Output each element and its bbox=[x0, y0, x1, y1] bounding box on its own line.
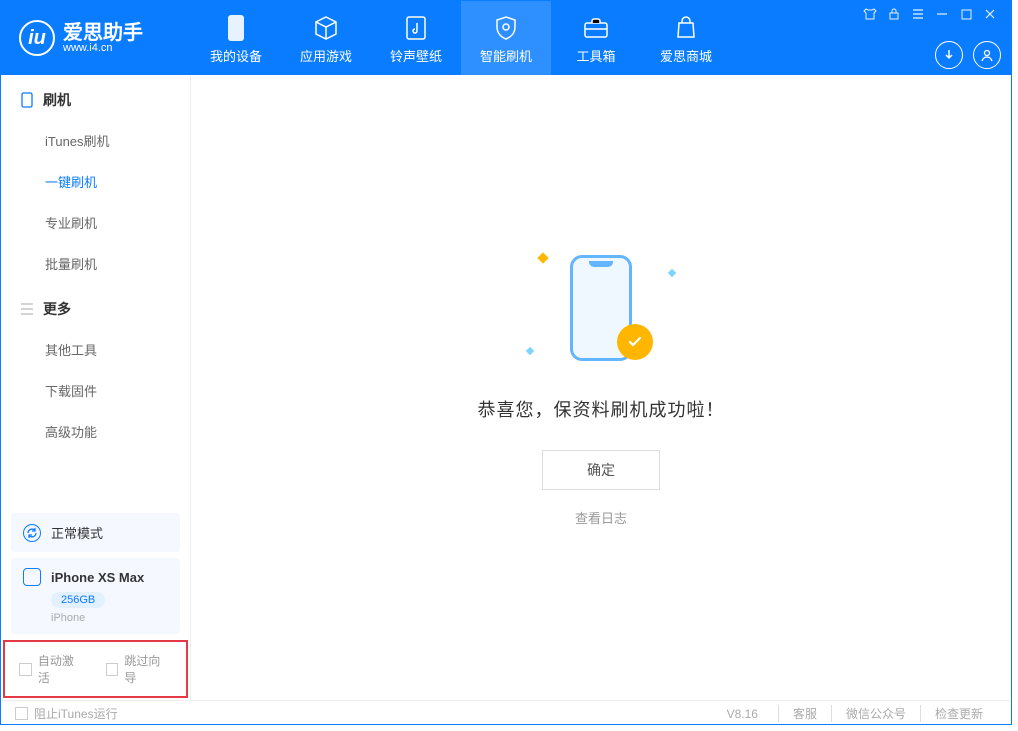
phone-icon bbox=[220, 12, 252, 44]
footer-link-service[interactable]: 客服 bbox=[778, 705, 831, 722]
briefcase-icon bbox=[580, 12, 612, 44]
sidebar-bottom: 正常模式 iPhone XS Max 256GB iPhone 自动激活 bbox=[1, 507, 190, 700]
tab-label: 爱思商城 bbox=[660, 46, 712, 65]
header-right-icons bbox=[935, 41, 1001, 69]
sidebar-section-more: 更多 bbox=[1, 284, 190, 329]
shield-icon bbox=[490, 12, 522, 44]
tab-label: 应用游戏 bbox=[300, 46, 352, 65]
music-file-icon bbox=[400, 12, 432, 44]
sidebar-item-other-tools[interactable]: 其他工具 bbox=[1, 329, 190, 370]
refresh-icon bbox=[23, 524, 41, 542]
window-controls bbox=[849, 1, 1011, 27]
minimize-button[interactable] bbox=[931, 5, 953, 23]
checkbox-skip-guide[interactable]: 跳过向导 bbox=[106, 652, 173, 686]
sidebar-item-batch-flash[interactable]: 批量刷机 bbox=[1, 243, 190, 284]
view-log-link[interactable]: 查看日志 bbox=[575, 508, 627, 527]
tab-store[interactable]: 爱思商城 bbox=[641, 1, 731, 75]
sidebar: 刷机 iTunes刷机 一键刷机 专业刷机 批量刷机 更多 其他工具 下载固件 … bbox=[1, 75, 191, 700]
app-logo-icon: iu bbox=[19, 20, 55, 56]
list-icon bbox=[19, 301, 35, 317]
lock-icon[interactable] bbox=[883, 5, 905, 23]
sidebar-item-pro-flash[interactable]: 专业刷机 bbox=[1, 202, 190, 243]
device-icon bbox=[19, 92, 35, 108]
tab-smart-flash[interactable]: 智能刷机 bbox=[461, 1, 551, 75]
highlighted-options: 自动激活 跳过向导 bbox=[3, 640, 188, 698]
sidebar-item-one-key-flash[interactable]: 一键刷机 bbox=[1, 161, 190, 202]
checkbox-block-itunes[interactable]: 阻止iTunes运行 bbox=[15, 705, 118, 722]
sidebar-section-flash: 刷机 bbox=[1, 75, 190, 120]
checkbox-auto-activate[interactable]: 自动激活 bbox=[19, 652, 86, 686]
main-content: 恭喜您，保资料刷机成功啦！ 确定 查看日志 bbox=[191, 75, 1011, 700]
footer-link-wechat[interactable]: 微信公众号 bbox=[831, 705, 920, 722]
logo-area: iu 爱思助手 www.i4.cn bbox=[1, 1, 191, 75]
shirt-icon[interactable] bbox=[859, 5, 881, 23]
maximize-button[interactable] bbox=[955, 5, 977, 23]
sidebar-item-download-fw[interactable]: 下载固件 bbox=[1, 370, 190, 411]
tab-label: 我的设备 bbox=[210, 46, 262, 65]
checkbox-icon bbox=[15, 707, 28, 720]
nav-tabs: 我的设备 应用游戏 铃声壁纸 智能刷机 工具箱 爱思商城 bbox=[191, 1, 731, 75]
user-icon[interactable] bbox=[973, 41, 1001, 69]
device-capacity: 256GB bbox=[51, 592, 105, 608]
app-name: 爱思助手 bbox=[63, 23, 143, 43]
checkbox-icon bbox=[106, 663, 119, 676]
bag-icon bbox=[670, 12, 702, 44]
tab-label: 铃声壁纸 bbox=[390, 46, 442, 65]
version-label: V8.16 bbox=[727, 707, 758, 721]
cube-icon bbox=[310, 12, 342, 44]
sidebar-item-advanced[interactable]: 高级功能 bbox=[1, 411, 190, 452]
download-icon[interactable] bbox=[935, 41, 963, 69]
tab-ring-wallpaper[interactable]: 铃声壁纸 bbox=[371, 1, 461, 75]
tab-label: 智能刷机 bbox=[480, 46, 532, 65]
success-message: 恭喜您，保资料刷机成功啦！ bbox=[478, 396, 725, 422]
footer: 阻止iTunes运行 V8.16 客服 微信公众号 检查更新 bbox=[1, 700, 1011, 726]
sidebar-item-itunes-flash[interactable]: iTunes刷机 bbox=[1, 120, 190, 161]
app-title: 爱思助手 www.i4.cn bbox=[63, 23, 143, 54]
tab-apps-games[interactable]: 应用游戏 bbox=[281, 1, 371, 75]
app-url: www.i4.cn bbox=[63, 43, 143, 54]
success-illustration bbox=[541, 248, 661, 368]
tab-toolbox[interactable]: 工具箱 bbox=[551, 1, 641, 75]
app-window: iu 爱思助手 www.i4.cn 我的设备 应用游戏 铃声壁纸 智能刷机 bbox=[0, 0, 1012, 725]
close-button[interactable] bbox=[979, 5, 1001, 23]
footer-link-update[interactable]: 检查更新 bbox=[920, 705, 997, 722]
device-type: iPhone bbox=[51, 612, 168, 624]
tab-my-device[interactable]: 我的设备 bbox=[191, 1, 281, 75]
menu-icon[interactable] bbox=[907, 5, 929, 23]
mode-label: 正常模式 bbox=[51, 523, 103, 542]
phone-small-icon bbox=[23, 568, 41, 586]
ok-button[interactable]: 确定 bbox=[542, 450, 660, 490]
checkmark-badge-icon bbox=[617, 324, 653, 360]
device-box[interactable]: iPhone XS Max 256GB iPhone bbox=[11, 558, 180, 634]
mode-box[interactable]: 正常模式 bbox=[11, 513, 180, 552]
header: iu 爱思助手 www.i4.cn 我的设备 应用游戏 铃声壁纸 智能刷机 bbox=[1, 1, 1011, 75]
tab-label: 工具箱 bbox=[576, 46, 615, 65]
body-area: 刷机 iTunes刷机 一键刷机 专业刷机 批量刷机 更多 其他工具 下载固件 … bbox=[1, 75, 1011, 700]
checkbox-icon bbox=[19, 663, 32, 676]
device-name: iPhone XS Max bbox=[51, 570, 144, 585]
